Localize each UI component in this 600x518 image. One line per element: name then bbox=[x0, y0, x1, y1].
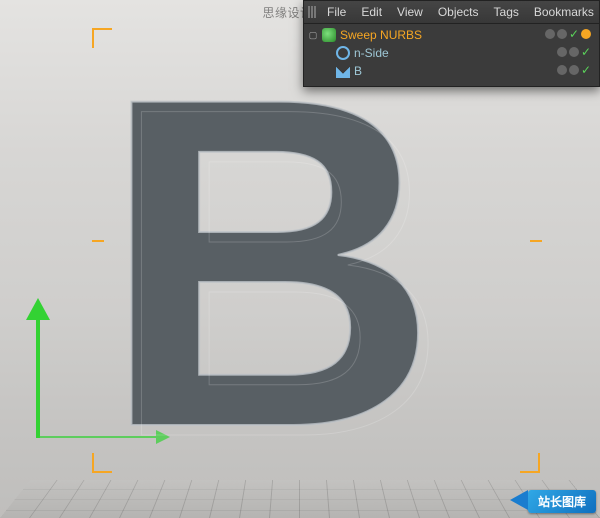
menu-tags[interactable]: Tags bbox=[488, 1, 525, 23]
tag-dot-icon[interactable] bbox=[581, 29, 591, 39]
visibility-dot-icon[interactable] bbox=[557, 65, 567, 75]
letter-b-wireframe: B bbox=[110, 50, 439, 497]
menu-view[interactable]: View bbox=[391, 1, 429, 23]
menu-edit[interactable]: Edit bbox=[355, 1, 388, 23]
object-tree[interactable]: ▢ Sweep NURBS ✓ n-Side ✓ bbox=[304, 24, 599, 86]
enable-check-icon[interactable]: ✓ bbox=[581, 45, 591, 59]
visibility-dot-icon[interactable] bbox=[557, 47, 567, 57]
menu-objects[interactable]: Objects bbox=[432, 1, 485, 23]
3d-viewport[interactable]: B B 思缘设计论坛 WWW.MISSYUAN.COM 站长图库 File Ed… bbox=[0, 0, 600, 518]
visibility-dot-icon[interactable] bbox=[545, 29, 555, 39]
object-manager-panel[interactable]: File Edit View Objects Tags Bookmarks ▢ … bbox=[303, 0, 600, 87]
selection-bracket bbox=[92, 240, 104, 242]
tree-item-label: Sweep NURBS bbox=[340, 28, 422, 42]
visibility-dot-icon[interactable] bbox=[557, 29, 567, 39]
menu-file[interactable]: File bbox=[321, 1, 352, 23]
nside-spline-icon bbox=[336, 46, 350, 60]
tree-row-sweep-nurbs[interactable]: ▢ Sweep NURBS ✓ bbox=[308, 26, 595, 44]
panel-grip-icon[interactable] bbox=[308, 6, 316, 18]
enable-check-icon[interactable]: ✓ bbox=[569, 27, 579, 41]
expand-toggle-icon[interactable]: ▢ bbox=[308, 30, 318, 41]
tree-item-label: B bbox=[354, 64, 362, 78]
selection-bracket bbox=[530, 240, 542, 242]
text-spline-icon bbox=[336, 64, 350, 78]
visibility-dot-icon[interactable] bbox=[569, 47, 579, 57]
axis-y-arrow bbox=[36, 318, 40, 438]
site-badge: 站长图库 bbox=[528, 490, 596, 513]
panel-menubar: File Edit View Objects Tags Bookmarks bbox=[304, 1, 599, 24]
selection-bracket bbox=[520, 453, 540, 473]
selection-bracket bbox=[92, 453, 112, 473]
tree-item-label: n-Side bbox=[354, 46, 389, 60]
sweep-nurbs-icon bbox=[322, 28, 336, 42]
menu-bookmarks[interactable]: Bookmarks bbox=[528, 1, 600, 23]
selected-object-letter[interactable]: B B bbox=[100, 40, 520, 470]
tree-row-nside[interactable]: n-Side ✓ bbox=[308, 44, 595, 62]
tree-row-b-spline[interactable]: B ✓ bbox=[308, 62, 595, 80]
selection-bracket bbox=[92, 28, 112, 48]
visibility-dot-icon[interactable] bbox=[569, 65, 579, 75]
enable-check-icon[interactable]: ✓ bbox=[581, 63, 591, 77]
